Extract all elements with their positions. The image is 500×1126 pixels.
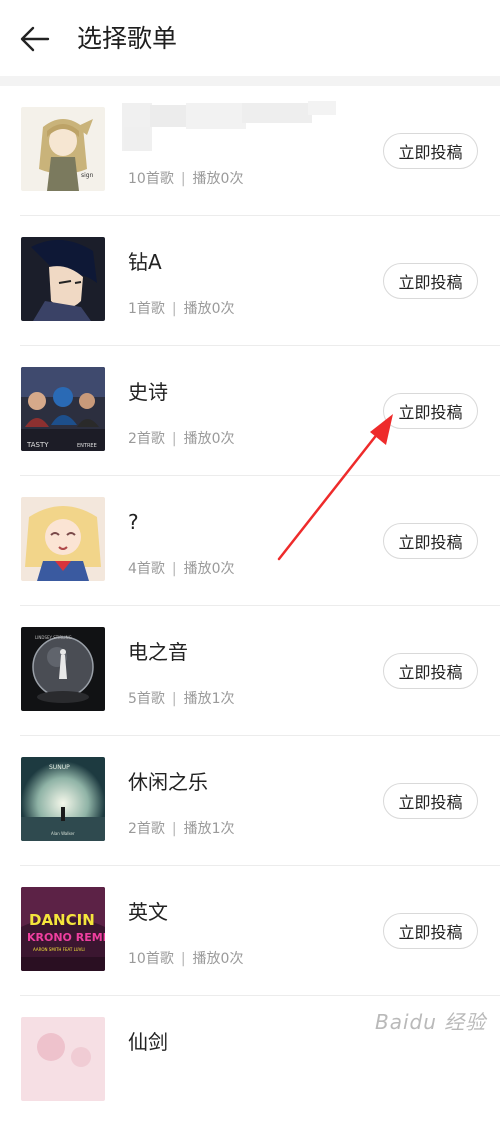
playlist-cover [21,1017,105,1101]
playlist-cover: DANCIN KRONO REMIX AARON SMITH FEAT LUVL… [21,887,105,971]
playlist-cover: sign [21,107,105,191]
blurred-playlist-name [120,101,345,153]
song-count: 5首歌 [128,691,165,707]
meta-separator: | [171,431,177,447]
playlist-name: 钻A [128,250,162,274]
song-count: 1首歌 [128,301,165,317]
play-count: 播放0次 [183,431,235,447]
page-title: 选择歌单 [77,24,178,53]
playlist-name: 仙剑 [128,1030,168,1054]
playlist-row[interactable]: LINDSEY STIRLING 电之音 5首歌 | 播放1次 立即投稿 [0,606,500,736]
playlist-meta: 5首歌 | 播放1次 [128,690,235,708]
play-count: 播放0次 [183,301,235,317]
svg-text:KRONO REMIX: KRONO REMIX [27,931,105,944]
song-count: 10首歌 [128,951,174,967]
playlist-row[interactable]: DANCIN KRONO REMIX AARON SMITH FEAT LUVL… [0,866,500,996]
song-count: 10首歌 [128,171,174,187]
svg-text:ENTREE: ENTREE [77,443,97,449]
play-count: 播放0次 [183,561,235,577]
playlist-meta: 10首歌 | 播放0次 [128,950,243,968]
meta-separator: | [171,691,177,707]
svg-text:SUNUP: SUNUP [49,764,70,771]
header-separator [0,76,500,86]
song-count: 4首歌 [128,561,165,577]
meta-separator: | [180,171,186,187]
playlist-row[interactable]: sign 10首歌 | 播放0次 立即投稿 [0,86,500,216]
playlist-meta: 4首歌 | 播放0次 [128,560,235,578]
playlist-name: 休闲之乐 [128,770,208,794]
submit-now-button[interactable]: 立即投稿 [383,653,478,689]
meta-separator: | [180,951,186,967]
meta-separator: | [171,821,177,837]
playlist-cover [21,237,105,321]
meta-separator: | [171,561,177,577]
watermark-logo: Baidu 经验 [375,1010,487,1034]
play-count: 播放0次 [192,171,244,187]
submit-now-button[interactable]: 立即投稿 [383,523,478,559]
playlist-row[interactable]: SUNUP Alan Walker 休闲之乐 2首歌 | 播放1次 立即投稿 [0,736,500,866]
play-count: 播放0次 [192,951,244,967]
play-count: 播放1次 [183,691,235,707]
playlist-name: 史诗 [128,380,168,404]
submit-now-button[interactable]: 立即投稿 [383,263,478,299]
submit-now-button[interactable]: 立即投稿 [383,783,478,819]
playlist-cover: LINDSEY STIRLING [21,627,105,711]
playlist-meta: 10首歌 | 播放0次 [128,170,243,188]
svg-text:LINDSEY STIRLING: LINDSEY STIRLING [35,635,72,640]
submit-now-button[interactable]: 立即投稿 [383,133,478,169]
playlist-meta: 2首歌 | 播放0次 [128,430,235,448]
playlist-meta: 2首歌 | 播放1次 [128,820,235,838]
back-button[interactable] [18,22,58,58]
playlist-cover [21,497,105,581]
meta-separator: | [171,301,177,317]
svg-text:Alan Walker: Alan Walker [51,831,75,836]
song-count: 2首歌 [128,431,165,447]
playlist-row[interactable]: 钻A 1首歌 | 播放0次 立即投稿 [0,216,500,346]
back-arrow-icon [20,26,50,52]
playlist-name: ? [128,510,139,534]
playlist-cover: SUNUP Alan Walker [21,757,105,841]
svg-text:sign: sign [81,172,94,179]
playlist-list: sign 10首歌 | 播放0次 立即投稿 钻A 1首歌 | 播放0次 立即投稿… [0,86,500,1126]
playlist-row[interactable]: ? 4首歌 | 播放0次 立即投稿 [0,476,500,606]
playlist-meta: 1首歌 | 播放0次 [128,300,235,318]
submit-now-button[interactable]: 立即投稿 [383,913,478,949]
playlist-row[interactable]: TASTY ENTREE 史诗 2首歌 | 播放0次 立即投稿 [0,346,500,476]
playlist-cover: TASTY ENTREE [21,367,105,451]
play-count: 播放1次 [183,821,235,837]
submit-now-button[interactable]: 立即投稿 [383,393,478,429]
song-count: 2首歌 [128,821,165,837]
playlist-name: 电之音 [128,640,188,664]
svg-text:TASTY: TASTY [26,441,49,449]
svg-text:AARON SMITH FEAT LUVLI: AARON SMITH FEAT LUVLI [33,947,85,952]
playlist-name: 英文 [128,900,168,924]
svg-text:DANCIN: DANCIN [29,911,95,929]
header-bar: 选择歌单 [0,0,500,76]
